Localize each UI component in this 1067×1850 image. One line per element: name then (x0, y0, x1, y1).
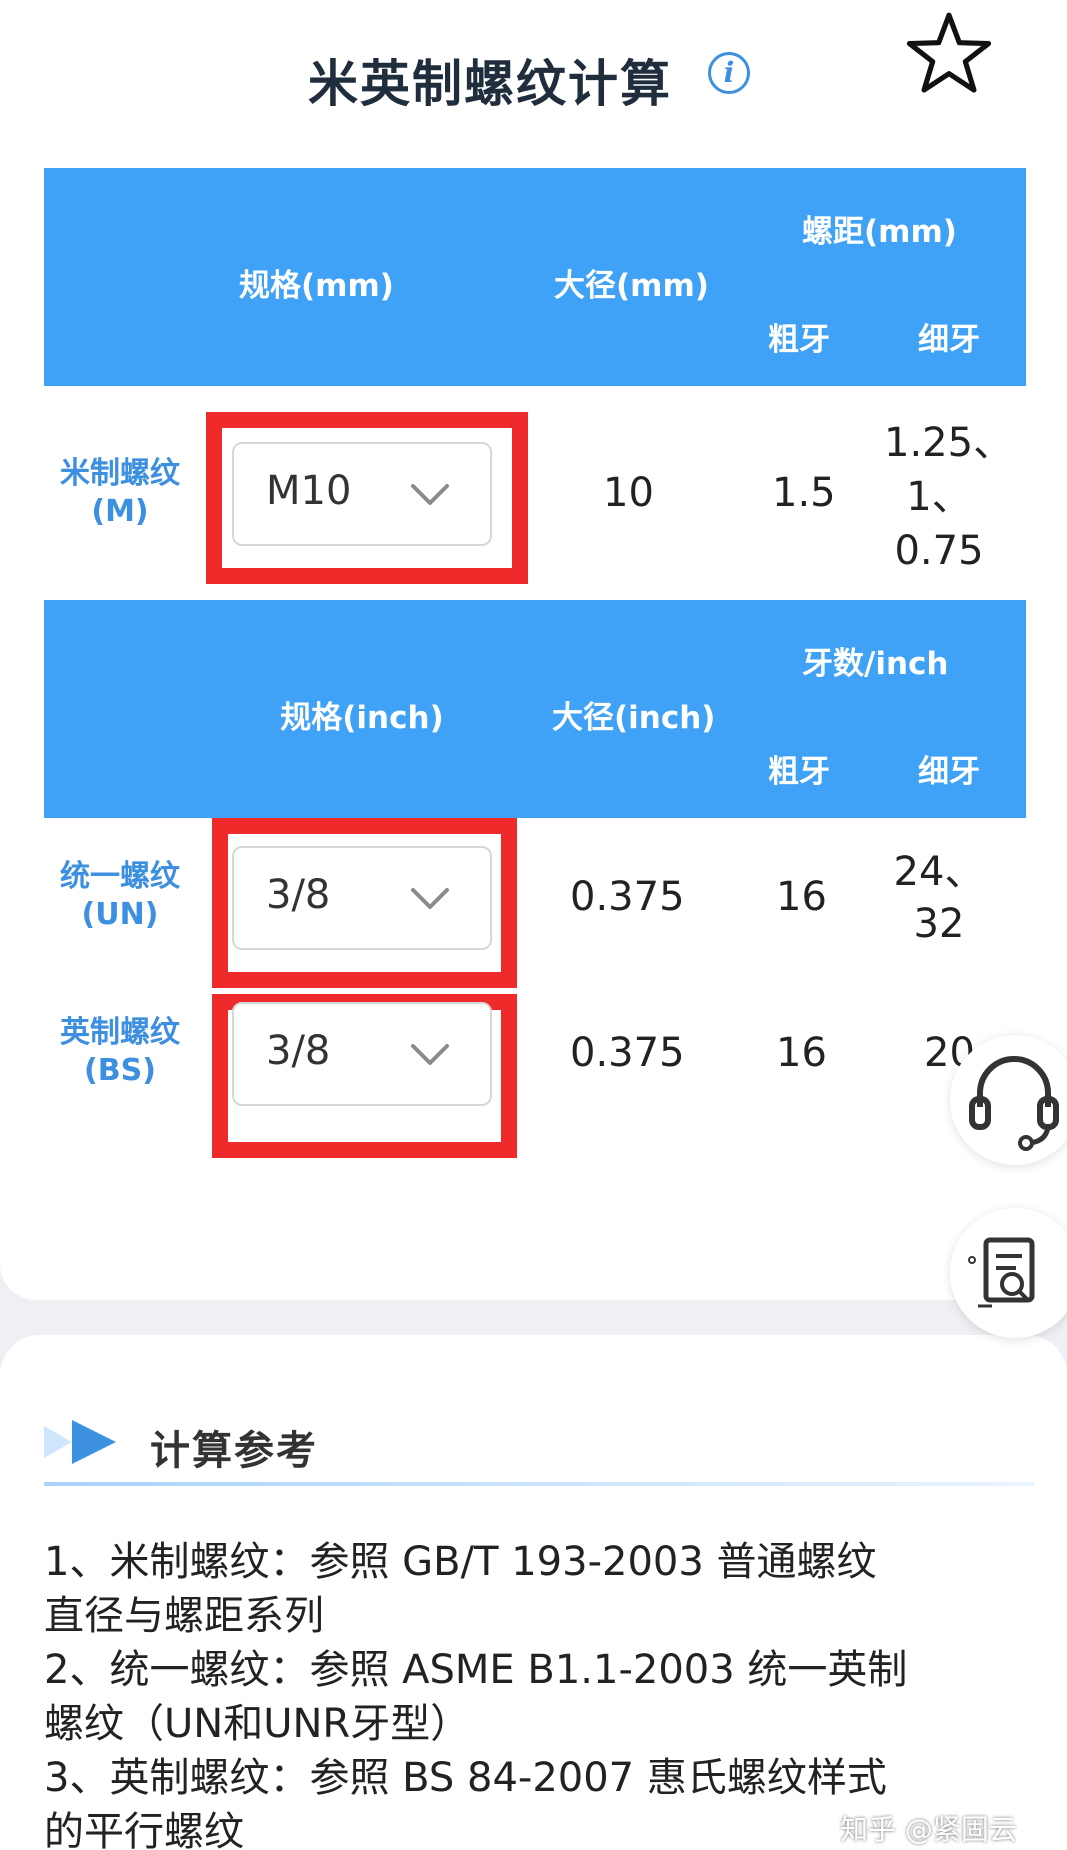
customer-service-button[interactable] (950, 1035, 1067, 1165)
un-spec-select[interactable]: 3/8 (232, 846, 492, 950)
row-label-un-code: (UN) (81, 897, 159, 932)
un-fine-tpi-2: 32 (913, 901, 965, 947)
row-label-un-name: 统一螺纹 (60, 859, 180, 894)
row-label-metric: 米制螺纹 (M) (40, 455, 200, 531)
reference-divider (44, 1482, 1034, 1486)
document-search-button[interactable] (950, 1208, 1067, 1338)
metric-fine-pitch-3: 0.75 (894, 528, 984, 574)
header-major-diameter-mm: 大径(mm) (554, 268, 709, 304)
chevron-down-icon (411, 484, 449, 505)
row-label-metric-code: (M) (91, 494, 149, 529)
headset-icon (969, 1056, 1059, 1151)
bs-spec-select[interactable]: 3/8 (232, 1002, 492, 1106)
un-major-diameter: 0.375 (570, 874, 685, 920)
page-title: 米英制螺纹计算 (308, 55, 672, 113)
watermark: 知乎 @紧固云 (840, 1813, 1017, 1846)
metric-major-diameter: 10 (603, 470, 654, 516)
star-icon[interactable] (906, 10, 992, 96)
header-tpi: 牙数/inch (802, 646, 949, 682)
header-pitch-mm: 螺距(mm) (802, 214, 957, 250)
bs-major-diameter: 0.375 (570, 1030, 685, 1076)
reference-line: 3、英制螺纹：参照 BS 84-2007 惠氏螺纹样式 (44, 1755, 887, 1801)
un-fine-tpi-1: 24、 (893, 849, 985, 895)
chevron-down-icon (411, 888, 449, 909)
info-icon[interactable]: i (708, 52, 750, 94)
reference-line: 1、米制螺纹：参照 GB/T 193-2003 普通螺纹 (44, 1539, 877, 1585)
metric-coarse-pitch: 1.5 (772, 470, 836, 516)
metric-spec-value: M10 (266, 468, 352, 514)
reference-line: 螺纹（UN和UNR牙型） (44, 1701, 471, 1747)
reference-line: 2、统一螺纹：参照 ASME B1.1-2003 统一英制 (44, 1647, 908, 1693)
row-label-un: 统一螺纹 (UN) (40, 858, 200, 934)
reference-line: 直径与螺距系列 (44, 1593, 324, 1639)
un-fine-tpi: 24、 32 (884, 846, 994, 950)
reference-text: 1、米制螺纹：参照 GB/T 193-2003 普通螺纹 直径与螺距系列 2、统… (44, 1535, 1024, 1850)
header-spec-mm: 规格(mm) (239, 268, 394, 304)
row-label-metric-name: 米制螺纹 (60, 456, 180, 491)
bs-spec-value: 3/8 (266, 1028, 331, 1074)
row-label-bs-name: 英制螺纹 (60, 1015, 180, 1050)
header-fine-inch: 细牙 (918, 754, 980, 790)
metric-fine-pitch-2: 1、 (906, 474, 972, 520)
header-coarse-inch: 粗牙 (768, 754, 830, 790)
metric-table-header: 规格(mm) 大径(mm) 螺距(mm) 粗牙 细牙 (44, 168, 1026, 386)
document-search-icon (968, 1237, 1035, 1308)
play-arrow-icon (44, 1420, 116, 1464)
bs-coarse-tpi: 16 (776, 1030, 827, 1076)
header-spec-inch: 规格(inch) (280, 700, 444, 736)
inch-table-header: 规格(inch) 大径(inch) 牙数/inch 粗牙 细牙 (44, 600, 1026, 818)
row-label-bs-code: (BS) (84, 1053, 156, 1088)
metric-fine-pitch: 1.25、 1、 0.75 (884, 416, 1014, 578)
header-fine: 细牙 (918, 322, 980, 358)
metric-spec-select[interactable]: M10 (232, 442, 492, 546)
un-spec-value: 3/8 (266, 872, 331, 918)
header-coarse: 粗牙 (768, 322, 830, 358)
row-label-bs: 英制螺纹 (BS) (40, 1014, 200, 1090)
chevron-down-icon (411, 1044, 449, 1065)
metric-fine-pitch-1: 1.25、 (884, 420, 1014, 466)
reference-title: 计算参考 (150, 1428, 318, 1474)
un-coarse-tpi: 16 (776, 874, 827, 920)
header-major-diameter-inch: 大径(inch) (552, 700, 716, 736)
